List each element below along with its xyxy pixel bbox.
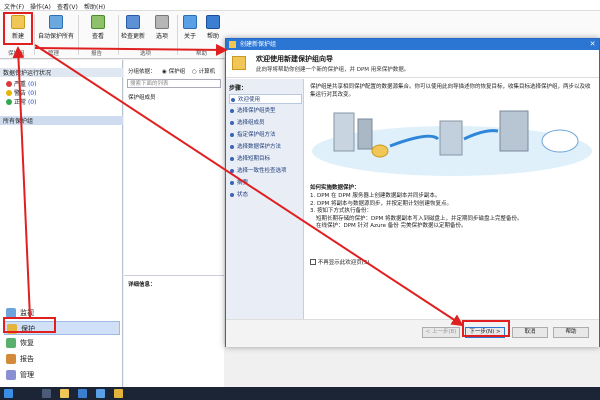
taskbar-app-icon[interactable] xyxy=(78,389,87,398)
taskbar-dpm-icon[interactable] xyxy=(114,389,123,398)
taskbar-folder-icon[interactable] xyxy=(60,389,69,398)
taskbar-app-icon[interactable] xyxy=(42,389,51,398)
annotation-arrows xyxy=(12,43,464,327)
taskbar-app-icon[interactable] xyxy=(96,389,105,398)
taskbar xyxy=(0,387,600,400)
start-icon[interactable] xyxy=(4,389,13,398)
